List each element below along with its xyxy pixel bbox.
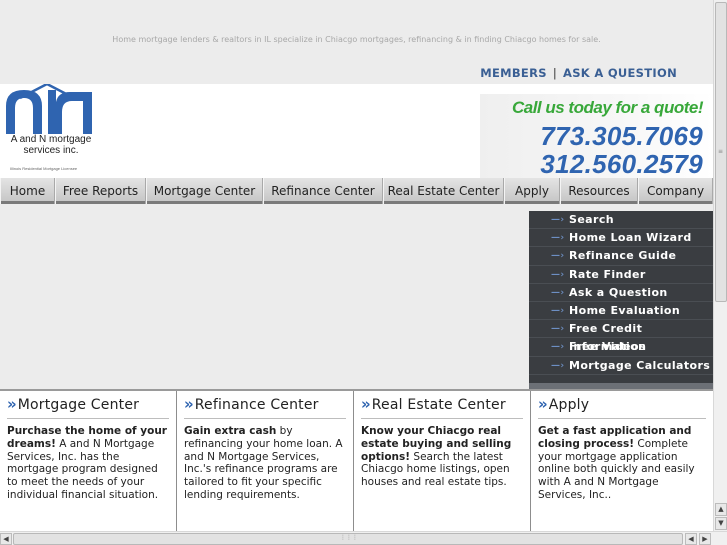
phone-number-1: 773.305.7069 (540, 121, 703, 151)
scroll-down-icon[interactable]: ▼ (715, 517, 727, 530)
box-text: Gain extra cash by refinancing your home… (184, 425, 343, 501)
toplinks-separator: | (552, 66, 558, 80)
arrow-right-icon: —› (551, 287, 565, 298)
box-title[interactable]: » Refinance Center (184, 395, 346, 419)
quick-links-menu: —› Search —› Home Loan Wizard —› Refinance … (529, 211, 713, 389)
menu-item-refinance-guide[interactable]: —› Refinance Guide (529, 247, 713, 266)
nav-mortgage-center[interactable]: Mortgage Center (146, 178, 263, 204)
header: A and N mortgage services inc. Illinois … (0, 82, 713, 179)
arrow-right-icon: —› (551, 233, 565, 244)
grip-icon: ⋮⋮⋮ (340, 534, 358, 541)
scroll-left-icon[interactable]: ◀ (685, 533, 697, 545)
arrow-right-icon: —› (551, 251, 565, 262)
nav-resources[interactable]: Resources (560, 178, 638, 204)
nav-company[interactable]: Company (638, 178, 713, 204)
double-chevron-icon: » (7, 395, 17, 413)
house-logo-icon (6, 82, 92, 134)
logo-wordmark: A and N mortgage services inc. (10, 134, 92, 156)
feature-box-apply: » Apply Get a fast application and closin… (531, 391, 713, 531)
menu-item-search[interactable]: —› Search (529, 211, 713, 230)
arrow-right-icon: —› (551, 360, 565, 371)
nav-refinance-center[interactable]: Refinance Center (263, 178, 383, 204)
box-text: Purchase the home of your dreams! A and … (7, 425, 167, 501)
double-chevron-icon: » (361, 395, 371, 413)
top-links: MEMBERS | ASK A QUESTION (480, 66, 677, 80)
main-nav: Home Free Reports Mortgage Center Refina… (0, 178, 713, 204)
menu-item-ask-question[interactable]: —› Ask a Question (529, 284, 713, 302)
box-title[interactable]: » Apply (538, 395, 706, 419)
feature-box-refinance: » Refinance Center Gain extra cash by ref… (177, 391, 354, 531)
call-title: Call us today for a quote! (511, 98, 704, 117)
menu-item-home-evaluation[interactable]: —› Home Evaluation (529, 302, 713, 321)
scroll-up-icon[interactable]: ▲ (715, 503, 727, 516)
vertical-scrollbar[interactable]: ≡ ▲ ▼ (713, 0, 727, 531)
box-text: Get a fast application and closing proce… (538, 425, 695, 501)
menu-item-mortgage-calculators[interactable]: —› Mortgage Calculators (529, 357, 713, 375)
arrow-right-icon: —› (551, 342, 565, 353)
double-chevron-icon: » (538, 395, 548, 413)
arrow-right-icon: —› (551, 324, 565, 335)
menu-item-home-loan-wizard[interactable]: —› Home Loan Wizard (529, 229, 713, 248)
menu-item-rate-finder[interactable]: —› Rate Finder (529, 266, 713, 284)
nav-real-estate-center[interactable]: Real Estate Center (383, 178, 504, 204)
scroll-right-icon[interactable]: ▶ (699, 533, 711, 545)
box-title[interactable]: » Real Estate Center (361, 395, 523, 419)
company-logo[interactable]: A and N mortgage services inc. Illinois … (2, 82, 97, 176)
feature-box-mortgage: » Mortgage Center Purchase the home of yo… (0, 391, 177, 531)
box-title[interactable]: » Mortgage Center (7, 395, 169, 419)
double-chevron-icon: » (184, 395, 194, 413)
call-box: Call us today for a quote! 773.305.7069 … (480, 94, 713, 179)
nav-home[interactable]: Home (0, 178, 55, 204)
menu-item-free-credit[interactable]: —› Free Credit Information (529, 320, 713, 353)
members-link[interactable]: MEMBERS (480, 66, 547, 80)
logo-license-note: Illinois Residential Mortgage Licensee (10, 166, 78, 171)
phone-number-2: 312.560.2579 (540, 149, 703, 179)
box-text: Know your Chiacgo real estate buying and… (361, 425, 512, 489)
arrow-right-icon: —› (551, 269, 565, 280)
site-tagline: Home mortgage lenders & realtors in IL s… (112, 35, 601, 44)
scroll-left-icon[interactable]: ◀ (0, 533, 12, 545)
arrow-right-icon: —› (551, 215, 565, 225)
feature-box-real-estate: » Real Estate Center Know your Chiacgo re… (354, 391, 531, 531)
horizontal-scrollbar[interactable]: ◀ ⋮⋮⋮ ◀ ▶ (0, 531, 727, 545)
nav-apply[interactable]: Apply (504, 178, 560, 204)
arrow-right-icon: —› (551, 305, 565, 316)
menu-item-free-videos[interactable]: —› Free Videos (529, 338, 713, 357)
feature-boxes: » Mortgage Center Purchase the home of yo… (0, 389, 713, 531)
ask-question-link[interactable]: ASK A QUESTION (563, 66, 677, 80)
grip-icon: ≡ (718, 148, 724, 155)
nav-free-reports[interactable]: Free Reports (55, 178, 146, 204)
